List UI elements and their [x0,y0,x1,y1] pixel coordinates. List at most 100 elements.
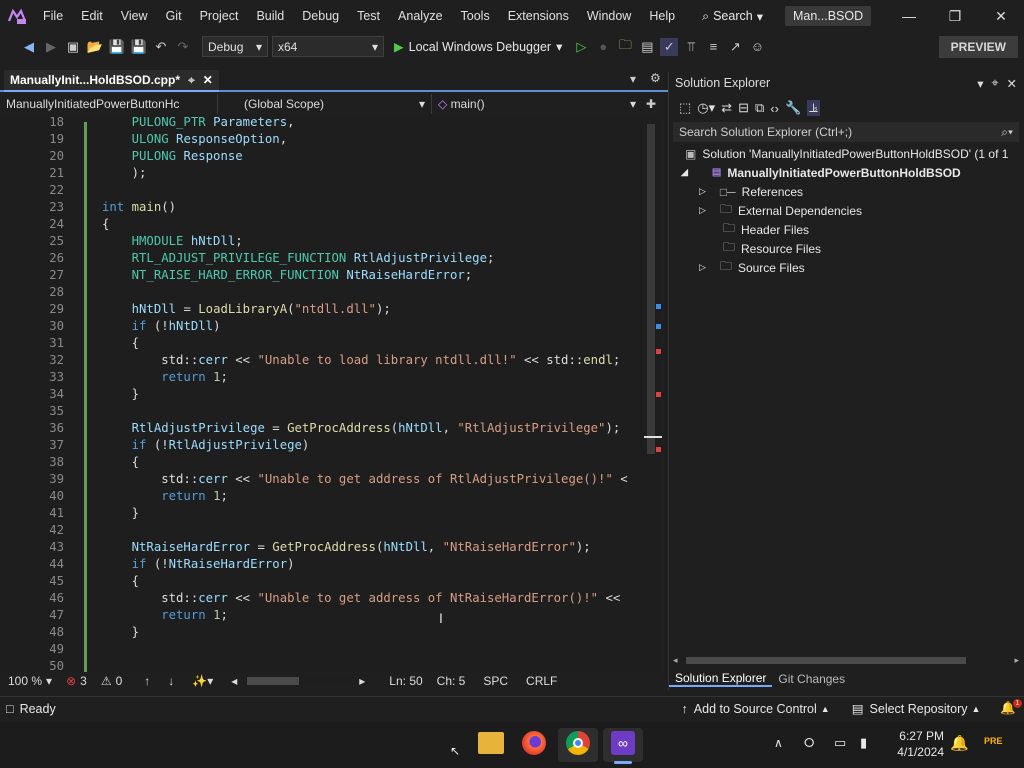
se-horizontal-scrollbar[interactable]: ◂ ▸ [673,655,1019,666]
switch-views-icon[interactable]: ⬚ [679,100,691,116]
menu-item-file[interactable]: File [34,0,72,32]
menu-item-git[interactable]: Git [157,0,191,32]
back-icon[interactable]: ◀ [20,38,38,56]
restore-icon[interactable]: ❐ [932,0,978,32]
member-dropdown[interactable]: ◇ main() ▾ [432,94,642,114]
scroll-left-icon[interactable]: ◂ [231,674,237,688]
close-icon[interactable]: ✕ [1007,76,1017,91]
split-icon[interactable]: ✚ [642,97,656,111]
menu-item-tools[interactable]: Tools [452,0,499,32]
solution-search-input[interactable]: Search Solution Explorer (Ctrl+;) ⌕▾ [673,122,1019,142]
menu-item-edit[interactable]: Edit [72,0,112,32]
display-icon[interactable]: ▭ [834,735,846,751]
pin-icon[interactable]: ⌖ [991,76,998,91]
redo-icon[interactable]: ↷ [174,38,192,56]
show-hidden-icons-icon[interactable]: ∧ [774,736,783,750]
pending-changes-icon[interactable]: ◷▾ [697,100,715,116]
scope-dropdown[interactable]: (Global Scope) ▾ [218,94,432,114]
firefox-icon[interactable] [522,731,546,755]
close-icon[interactable]: ✕ [978,0,1024,32]
start-without-debugging-icon[interactable]: ▷ [572,38,590,56]
chevron-up-icon[interactable]: ▲ [972,704,981,714]
file-explorer-icon[interactable] [478,732,504,754]
menu-item-project[interactable]: Project [191,0,248,32]
chevron-up-icon[interactable]: ▲ [821,704,830,714]
scrollbar-thumb[interactable] [685,657,966,664]
menu-item-test[interactable]: Test [348,0,389,32]
forward-icon[interactable]: ▶ [42,38,60,56]
collapse-all-icon[interactable]: ⊟ [738,100,749,116]
preview-selected-icon[interactable]: ⫡ [807,100,820,116]
menu-item-view[interactable]: View [112,0,157,32]
clock[interactable]: 6:27 PM 4/1/2024 [884,728,944,760]
debug-location-icon[interactable]: ⫪ [682,38,700,56]
zoom-level[interactable]: 100 % [0,674,46,688]
code-cleanup-icon[interactable]: ✨▾ [192,674,213,688]
editor-vertical-scrollbar[interactable] [644,114,662,672]
save-all-icon[interactable]: 💾 [130,38,148,56]
feedback-icon[interactable]: ☺ [748,38,766,56]
notification-bell-icon[interactable]: 🔔 [950,734,969,752]
scroll-left-icon[interactable]: ◂ [673,655,678,666]
align-icon[interactable]: ≡ [704,38,722,56]
pin-icon[interactable]: ⌖ [188,73,195,88]
spacing-indicator[interactable]: SPC [483,674,508,688]
code-icon[interactable]: ‹› [770,101,779,116]
horizontal-scrollbar-thumb[interactable] [247,677,300,685]
new-project-icon[interactable]: ▣ [64,38,82,56]
select-repository[interactable]: Select Repository [870,702,968,716]
configuration-select[interactable]: Debug ▾ [202,36,268,57]
tree-item-resource-files[interactable]: 🗀 Resource Files [723,239,821,258]
run-debugger-button[interactable]: ▶ Local Windows Debugger ▾ [388,39,568,55]
search-button[interactable]: ⌕ Search ▾ [694,9,771,24]
previous-issue-icon[interactable]: ↑ [144,674,150,688]
visual-studio-icon[interactable]: ∞ [611,731,635,755]
layout-icon[interactable]: ▤ [638,38,656,56]
spellcheck-icon[interactable]: ✓ [660,37,679,56]
menu-item-extensions[interactable]: Extensions [499,0,578,32]
network-icon[interactable]: ⭘ [804,735,814,751]
close-tab-icon[interactable]: ✕ [203,73,213,87]
error-count[interactable]: 3 [80,674,87,688]
project-dropdown[interactable]: ManuallyInitiatedPowerButtonHc [0,94,218,114]
show-all-files-icon[interactable]: ⧉ [755,100,764,116]
menu-item-build[interactable]: Build [247,0,293,32]
menu-item-window[interactable]: Window [578,0,640,32]
next-issue-icon[interactable]: ↓ [168,674,174,688]
tree-item-source-files[interactable]: ▷ 🗀 Source Files [699,258,805,277]
settings-gear-icon[interactable]: ⚙ [650,71,661,85]
preview-badge[interactable]: PREVIEW [938,35,1018,58]
horizontal-scrollbar[interactable] [243,677,354,685]
tree-solution[interactable]: ▣ Solution 'ManuallyInitiatedPowerButton… [685,144,1008,163]
tab-solution-explorer[interactable]: Solution Explorer [669,671,773,687]
tab-list-chevron-icon[interactable]: ▾ [630,72,636,86]
menu-item-help[interactable]: Help [640,0,684,32]
tree-item-header-files[interactable]: 🗀 Header Files [723,220,809,239]
save-icon[interactable]: 💾 [108,38,126,56]
folder-icon[interactable]: 🗀 [616,37,634,56]
code-editor[interactable]: 18 PULONG_PTR Parameters, 19 ULONG Respon… [0,114,662,672]
menu-item-analyze[interactable]: Analyze [389,0,451,32]
line-ending-indicator[interactable]: CRLF [526,674,557,688]
chevron-down-icon[interactable]: ▾ [977,76,983,91]
tab-git-changes[interactable]: Git Changes [772,672,851,686]
menu-item-debug[interactable]: Debug [293,0,348,32]
notifications-bell-icon[interactable]: 🔔 1 [1000,699,1022,716]
tree-item-external-dependencies[interactable]: ▷ 🗀 External Dependencies [699,201,862,220]
pre-badge-icon[interactable]: PRE [984,736,1003,746]
chrome-icon[interactable] [566,731,590,755]
sync-icon[interactable]: ⇄ [721,100,732,116]
platform-select[interactable]: x64 ▾ [272,36,384,57]
minimize-icon[interactable]: — [886,0,932,32]
tree-item-references[interactable]: ▷ □─ References [699,182,803,201]
share-icon[interactable]: ↗ [726,38,744,56]
scroll-right-icon[interactable]: ▸ [359,674,365,688]
solution-title-badge[interactable]: Man...BSOD [784,6,872,26]
tab-main-cpp[interactable]: ManuallyInit...HoldBSOD.cpp* ⌖ ✕ [4,70,219,92]
open-folder-icon[interactable]: 📂 [86,38,104,56]
scrollbar-thumb[interactable] [647,124,655,454]
tree-project[interactable]: ◢ ▤ ManuallyInitiatedPowerButtonHoldBSOD [681,163,961,182]
battery-icon[interactable]: ▮ [860,735,867,751]
hot-reload-icon[interactable]: ● [594,38,612,56]
properties-wrench-icon[interactable]: 🔧 [785,100,801,116]
